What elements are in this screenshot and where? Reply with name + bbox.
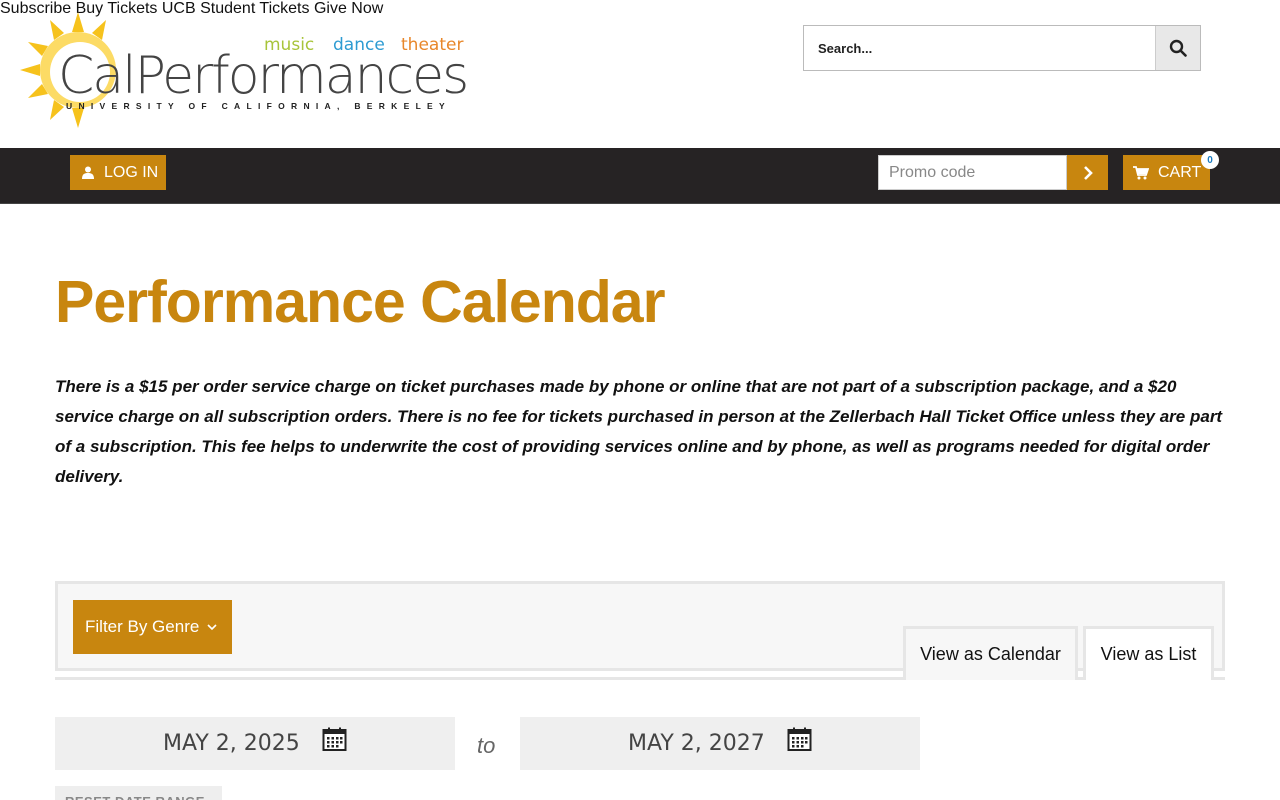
date-to-value: MAY 2, 2027 xyxy=(628,731,765,756)
logo-subline: UNIVERSITY OF CALIFORNIA, BERKELEY xyxy=(66,101,452,111)
site-header: music dance theater CalPerformances UNIV… xyxy=(0,0,1280,148)
tab-view-as-calendar[interactable]: View as Calendar xyxy=(903,626,1078,680)
search-button[interactable] xyxy=(1155,26,1200,70)
filter-by-genre-label: Filter By Genre xyxy=(85,617,200,636)
date-range-to-label: to xyxy=(477,733,496,758)
promo-code-input[interactable] xyxy=(878,155,1067,190)
calendar-icon xyxy=(787,727,812,751)
cal-performances-logo[interactable]: music dance theater CalPerformances UNIV… xyxy=(18,10,469,130)
utility-bar: LOG IN CART xyxy=(0,148,1280,204)
calendar-icon xyxy=(322,727,347,751)
cart-label: CART xyxy=(1158,163,1202,181)
date-from-value: MAY 2, 2025 xyxy=(163,731,300,756)
filter-by-genre-button[interactable]: Filter By Genre xyxy=(73,600,232,654)
search-icon xyxy=(1169,39,1187,57)
site-search xyxy=(803,25,1201,71)
cart-icon xyxy=(1133,165,1149,179)
date-from-picker[interactable]: MAY 2, 2025 xyxy=(55,717,455,770)
login-label: LOG IN xyxy=(104,163,159,181)
tab-view-as-list[interactable]: View as List xyxy=(1083,626,1214,680)
logo-wordmark: CalPerformances xyxy=(58,46,469,106)
cart-button[interactable]: CART xyxy=(1123,155,1210,190)
service-charge-notice: There is a $15 per order service charge … xyxy=(55,377,1223,486)
login-button[interactable]: LOG IN xyxy=(70,155,166,190)
cart-count-badge: 0 xyxy=(1201,151,1219,169)
promo-submit-button[interactable] xyxy=(1067,155,1108,190)
chevron-right-icon xyxy=(1083,165,1093,180)
page-title: Performance Calendar xyxy=(55,269,666,335)
reset-date-range-button[interactable]: RESET DATE RANGE xyxy=(55,786,222,800)
user-icon xyxy=(82,166,94,179)
date-to-picker[interactable]: MAY 2, 2027 xyxy=(520,717,920,770)
chevron-down-icon xyxy=(207,623,217,630)
search-input[interactable] xyxy=(804,26,1155,70)
